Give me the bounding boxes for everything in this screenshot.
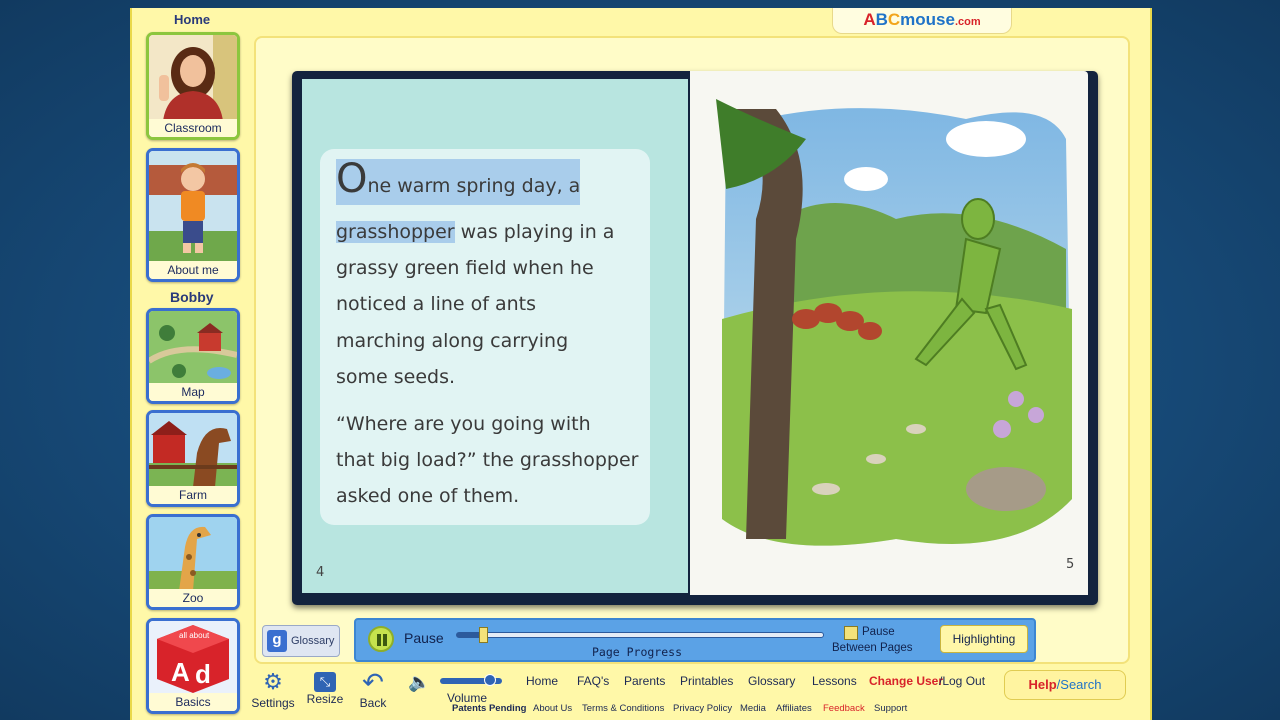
farm-tile[interactable]: Farm [146,410,240,507]
footer-link-privacy[interactable]: Privacy Policy [673,703,732,714]
basics-tile[interactable]: A d all about Basics [146,618,240,714]
volume-slider[interactable] [440,674,502,686]
map-tile[interactable]: Map [146,308,240,404]
logo-letter-c: C [887,10,901,29]
abcmouse-logo[interactable]: ABCmouse.com [832,8,1012,34]
logo-letter-b: B [875,10,888,29]
story-line-5: marching along carrying [336,330,569,352]
right-page-number: 5 [1066,557,1075,572]
svg-text:d: d [195,659,211,689]
help-link[interactable]: Help [1029,677,1057,692]
about-me-image [149,151,237,263]
story-line-1: One warm spring day, a [336,156,581,205]
basics-image: A d all about [149,621,237,693]
svg-text:A: A [171,657,190,687]
pause-icon[interactable] [368,626,394,652]
drop-cap: O [336,156,368,202]
nav-link-faqs[interactable]: FAQ's [577,674,609,688]
back-label: Back [359,696,387,710]
back-button[interactable]: ↶ Back [350,667,396,716]
story-line-3: grassy green field when he [336,257,594,279]
zoo-image [149,517,237,591]
classroom-tile[interactable]: Classroom [146,32,240,140]
farm-label: Farm [149,486,237,504]
footer-link-feedback[interactable]: Feedback [823,703,865,714]
left-page: One warm spring day, a grasshopper was p… [302,79,688,593]
settings-button[interactable]: ⚙ Settings [250,670,296,716]
search-link[interactable]: /Search [1057,677,1102,692]
patents-text: Patents Pending [452,703,527,714]
story-line-9: asked one of them. [336,485,520,507]
story-line-7: “Where are you going with [336,413,591,435]
basics-label: Basics [149,693,237,711]
speaker-icon[interactable]: 🔈 [408,672,430,693]
glossary-icon: g [267,630,287,652]
back-arrow-icon: ↶ [362,667,384,697]
resize-label: Resize [306,692,344,706]
farm-image [149,413,237,488]
map-image [149,311,237,385]
change-user-link[interactable]: Change User [869,674,943,688]
story-line-2: grasshopper was playing in a [336,221,615,243]
classroom-label: Classroom [149,119,237,137]
nav-link-parents[interactable]: Parents [624,674,665,688]
basics-badge: all about [179,631,210,640]
highlighting-label: Highlighting [952,632,1016,646]
pause-label[interactable]: Pause [404,630,444,646]
logo-letter-a: A [863,10,876,29]
resize-button[interactable]: ⤡ Resize [302,670,348,716]
left-page-number: 4 [316,565,325,580]
nav-link-glossary[interactable]: Glossary [748,674,795,688]
nav-link-lessons[interactable]: Lessons [812,674,857,688]
gear-icon: ⚙ [263,669,283,694]
resize-icon: ⤡ [314,672,336,692]
footer-link-affiliates[interactable]: Affiliates [776,703,812,714]
zoo-tile[interactable]: Zoo [146,514,240,610]
nav-link-printables[interactable]: Printables [680,674,733,688]
footer-link-terms[interactable]: Terms & Conditions [582,703,664,714]
classroom-image [149,35,237,121]
footer-link-support[interactable]: Support [874,703,907,714]
glossary-button-label: Glossary [291,635,335,647]
app-frame: Home Classroom About me Bobby Map Farm Z… [130,8,1152,720]
user-name: Bobby [170,289,214,305]
highlighted-word-grasshopper: grasshopper [336,221,455,243]
logo-text: mouse [900,10,955,29]
story-book: One warm spring day, a grasshopper was p… [292,71,1098,605]
page-progress-label: Page Progress [592,645,683,659]
pause-between-pages-checkbox[interactable] [844,626,858,640]
highlighting-button[interactable]: Highlighting [940,625,1028,653]
page-progress-track[interactable] [456,627,824,643]
story-illustration [716,99,1076,551]
home-heading[interactable]: Home [174,12,210,27]
highlighted-word-one: One warm spring day, a [336,156,581,205]
pause-between-label-2: Between Pages [832,642,913,654]
story-text-box: One warm spring day, a grasshopper was p… [320,149,650,525]
nav-link-home[interactable]: Home [526,674,558,688]
story-line-8: that big load?” the grasshopper [336,449,639,471]
footer-link-media[interactable]: Media [740,703,766,714]
map-label: Map [149,383,237,401]
about-me-tile[interactable]: About me [146,148,240,282]
volume-thumb[interactable] [483,674,496,686]
reader-control-bar: Pause Page Progress Pause Between Pages … [354,618,1036,662]
logo-domain: .com [954,16,981,28]
glossary-button[interactable]: g Glossary [262,625,340,657]
zoo-label: Zoo [149,589,237,607]
story-line-6: some seeds. [336,366,456,388]
page-progress-thumb[interactable] [478,627,488,643]
logout-link[interactable]: /Log Out [939,674,985,688]
footer-link-about[interactable]: About Us [533,703,572,714]
story-line-4: noticed a line of ants [336,293,537,315]
pause-between-label-1: Pause [862,626,895,638]
help-search-button[interactable]: Help/Search [1004,670,1126,700]
about-me-label: About me [149,261,237,279]
settings-label: Settings [251,696,295,710]
right-page: 5 [690,71,1088,595]
